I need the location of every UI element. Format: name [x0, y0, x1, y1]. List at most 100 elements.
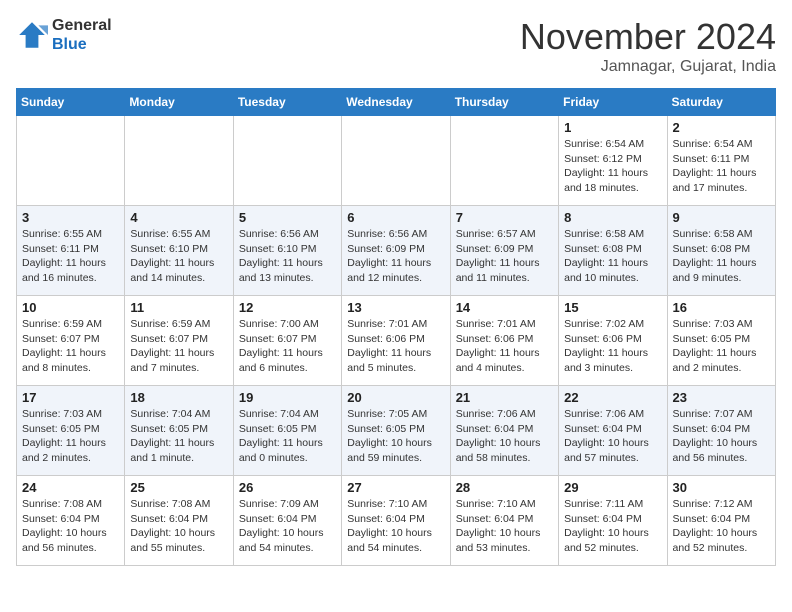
calendar-cell: 20 Sunrise: 7:05 AM Sunset: 6:05 PM Dayli…	[342, 386, 450, 476]
day-number: 30	[673, 480, 770, 495]
calendar-cell: 29 Sunrise: 7:11 AM Sunset: 6:04 PM Dayli…	[559, 476, 667, 566]
day-number: 25	[130, 480, 227, 495]
calendar-cell: 24Sunrise: 7:08 AM Sunset: 6:04 PM Dayli…	[17, 476, 125, 566]
calendar-cell: 1 Sunrise: 6:54 AM Sunset: 6:12 PM Daylig…	[559, 116, 667, 206]
calendar-cell: 3 Sunrise: 6:55 AM Sunset: 6:11 PM Daylig…	[17, 206, 125, 296]
calendar-week-3: 10 Sunrise: 6:59 AM Sunset: 6:07 PM Dayli…	[17, 296, 776, 386]
calendar-cell: 8Sunrise: 6:58 AM Sunset: 6:08 PM Daylig…	[559, 206, 667, 296]
day-number: 20	[347, 390, 444, 405]
day-number: 2	[673, 120, 770, 135]
day-info: Sunrise: 6:54 AM Sunset: 6:11 PM Dayligh…	[673, 137, 770, 196]
calendar-cell: 4 Sunrise: 6:55 AM Sunset: 6:10 PM Daylig…	[125, 206, 233, 296]
calendar-cell: 15 Sunrise: 7:02 AM Sunset: 6:06 PM Dayli…	[559, 296, 667, 386]
day-info: Sunrise: 7:08 AM Sunset: 6:04 PM Dayligh…	[130, 497, 227, 556]
day-number: 24	[22, 480, 119, 495]
calendar-cell: 12Sunrise: 7:00 AM Sunset: 6:07 PM Dayli…	[233, 296, 341, 386]
calendar-cell	[17, 116, 125, 206]
day-info: Sunrise: 6:56 AM Sunset: 6:10 PM Dayligh…	[239, 227, 336, 286]
month-title: November 2024	[520, 16, 776, 58]
day-number: 14	[456, 300, 553, 315]
day-info: Sunrise: 6:58 AM Sunset: 6:08 PM Dayligh…	[673, 227, 770, 286]
day-number: 17	[22, 390, 119, 405]
column-header-monday: Monday	[125, 89, 233, 116]
day-info: Sunrise: 6:57 AM Sunset: 6:09 PM Dayligh…	[456, 227, 553, 286]
calendar-cell: 22 Sunrise: 7:06 AM Sunset: 6:04 PM Dayli…	[559, 386, 667, 476]
day-info: Sunrise: 6:56 AM Sunset: 6:09 PM Dayligh…	[347, 227, 444, 286]
calendar-cell: 13 Sunrise: 7:01 AM Sunset: 6:06 PM Dayli…	[342, 296, 450, 386]
calendar-cell: 21Sunrise: 7:06 AM Sunset: 6:04 PM Dayli…	[450, 386, 558, 476]
calendar-cell: 11 Sunrise: 6:59 AM Sunset: 6:07 PM Dayli…	[125, 296, 233, 386]
day-info: Sunrise: 7:01 AM Sunset: 6:06 PM Dayligh…	[347, 317, 444, 376]
calendar-cell	[233, 116, 341, 206]
calendar-cell: 30 Sunrise: 7:12 AM Sunset: 6:04 PM Dayli…	[667, 476, 775, 566]
calendar-cell: 27 Sunrise: 7:10 AM Sunset: 6:04 PM Dayli…	[342, 476, 450, 566]
day-info: Sunrise: 7:02 AM Sunset: 6:06 PM Dayligh…	[564, 317, 661, 376]
day-info: Sunrise: 7:03 AM Sunset: 6:05 PM Dayligh…	[22, 407, 119, 466]
calendar-week-5: 24 Sunrise: 7:08 AM Sunset: 6:04 PM Dayli…	[17, 476, 776, 566]
day-info: Sunrise: 7:10 AM Sunset: 6:04 PM Dayligh…	[347, 497, 444, 556]
calendar-cell: 17 Sunrise: 7:03 AM Sunset: 6:05 PM Dayli…	[17, 386, 125, 476]
calendar-cell	[342, 116, 450, 206]
day-info: Sunrise: 7:05 AM Sunset: 6:05 PM Dayligh…	[347, 407, 444, 466]
calendar-cell: 26Sunrise: 7:09 AM Sunset: 6:04 PM Dayli…	[233, 476, 341, 566]
day-info: Sunrise: 7:07 AM Sunset: 6:04 PM Dayligh…	[673, 407, 770, 466]
calendar-cell	[450, 116, 558, 206]
day-info: Sunrise: 6:55 AM Sunset: 6:11 PM Dayligh…	[22, 227, 119, 286]
day-number: 9	[673, 210, 770, 225]
day-number: 19	[239, 390, 336, 405]
day-number: 27	[347, 480, 444, 495]
calendar-cell: 9 Sunrise: 6:58 AM Sunset: 6:08 PM Daylig…	[667, 206, 775, 296]
title-block: November 2024 Jamnagar, Gujarat, India	[520, 16, 776, 76]
calendar-cell: 14 Sunrise: 7:01 AM Sunset: 6:06 PM Dayli…	[450, 296, 558, 386]
day-number: 4	[130, 210, 227, 225]
day-info: Sunrise: 7:01 AM Sunset: 6:06 PM Dayligh…	[456, 317, 553, 376]
day-info: Sunrise: 7:09 AM Sunset: 6:04 PM Dayligh…	[239, 497, 336, 556]
column-header-sunday: Sunday	[17, 89, 125, 116]
day-info: Sunrise: 6:59 AM Sunset: 6:07 PM Dayligh…	[130, 317, 227, 376]
day-info: Sunrise: 7:11 AM Sunset: 6:04 PM Dayligh…	[564, 497, 661, 556]
column-header-saturday: Saturday	[667, 89, 775, 116]
day-number: 1	[564, 120, 661, 135]
calendar-cell: 25 Sunrise: 7:08 AM Sunset: 6:04 PM Dayli…	[125, 476, 233, 566]
day-info: Sunrise: 6:54 AM Sunset: 6:12 PM Dayligh…	[564, 137, 661, 196]
day-info: Sunrise: 6:55 AM Sunset: 6:10 PM Dayligh…	[130, 227, 227, 286]
calendar-table: SundayMondayTuesdayWednesdayThursdayFrid…	[16, 88, 776, 566]
calendar-week-1: 1 Sunrise: 6:54 AM Sunset: 6:12 PM Daylig…	[17, 116, 776, 206]
day-number: 18	[130, 390, 227, 405]
calendar-cell: 19 Sunrise: 7:04 AM Sunset: 6:05 PM Dayli…	[233, 386, 341, 476]
calendar-header-row: SundayMondayTuesdayWednesdayThursdayFrid…	[17, 89, 776, 116]
day-number: 15	[564, 300, 661, 315]
calendar-cell: 18Sunrise: 7:04 AM Sunset: 6:05 PM Dayli…	[125, 386, 233, 476]
location-title: Jamnagar, Gujarat, India	[520, 58, 776, 76]
column-header-tuesday: Tuesday	[233, 89, 341, 116]
column-header-wednesday: Wednesday	[342, 89, 450, 116]
day-number: 13	[347, 300, 444, 315]
day-number: 3	[22, 210, 119, 225]
calendar-cell: 5 Sunrise: 6:56 AM Sunset: 6:10 PM Daylig…	[233, 206, 341, 296]
day-info: Sunrise: 7:06 AM Sunset: 6:04 PM Dayligh…	[564, 407, 661, 466]
day-number: 23	[673, 390, 770, 405]
day-number: 5	[239, 210, 336, 225]
day-info: Sunrise: 7:00 AM Sunset: 6:07 PM Dayligh…	[239, 317, 336, 376]
day-number: 22	[564, 390, 661, 405]
page-header: General Blue November 2024 Jamnagar, Guj…	[16, 16, 776, 76]
day-number: 16	[673, 300, 770, 315]
day-info: Sunrise: 6:59 AM Sunset: 6:07 PM Dayligh…	[22, 317, 119, 376]
calendar-week-2: 3 Sunrise: 6:55 AM Sunset: 6:11 PM Daylig…	[17, 206, 776, 296]
day-number: 10	[22, 300, 119, 315]
day-number: 6	[347, 210, 444, 225]
day-info: Sunrise: 7:12 AM Sunset: 6:04 PM Dayligh…	[673, 497, 770, 556]
day-number: 29	[564, 480, 661, 495]
day-info: Sunrise: 7:03 AM Sunset: 6:05 PM Dayligh…	[673, 317, 770, 376]
day-info: Sunrise: 7:10 AM Sunset: 6:04 PM Dayligh…	[456, 497, 553, 556]
day-number: 7	[456, 210, 553, 225]
day-info: Sunrise: 7:04 AM Sunset: 6:05 PM Dayligh…	[239, 407, 336, 466]
logo: General Blue	[16, 16, 112, 54]
calendar-week-4: 17 Sunrise: 7:03 AM Sunset: 6:05 PM Dayli…	[17, 386, 776, 476]
day-number: 8	[564, 210, 661, 225]
calendar-cell	[125, 116, 233, 206]
day-number: 11	[130, 300, 227, 315]
column-header-friday: Friday	[559, 89, 667, 116]
day-number: 28	[456, 480, 553, 495]
column-header-thursday: Thursday	[450, 89, 558, 116]
